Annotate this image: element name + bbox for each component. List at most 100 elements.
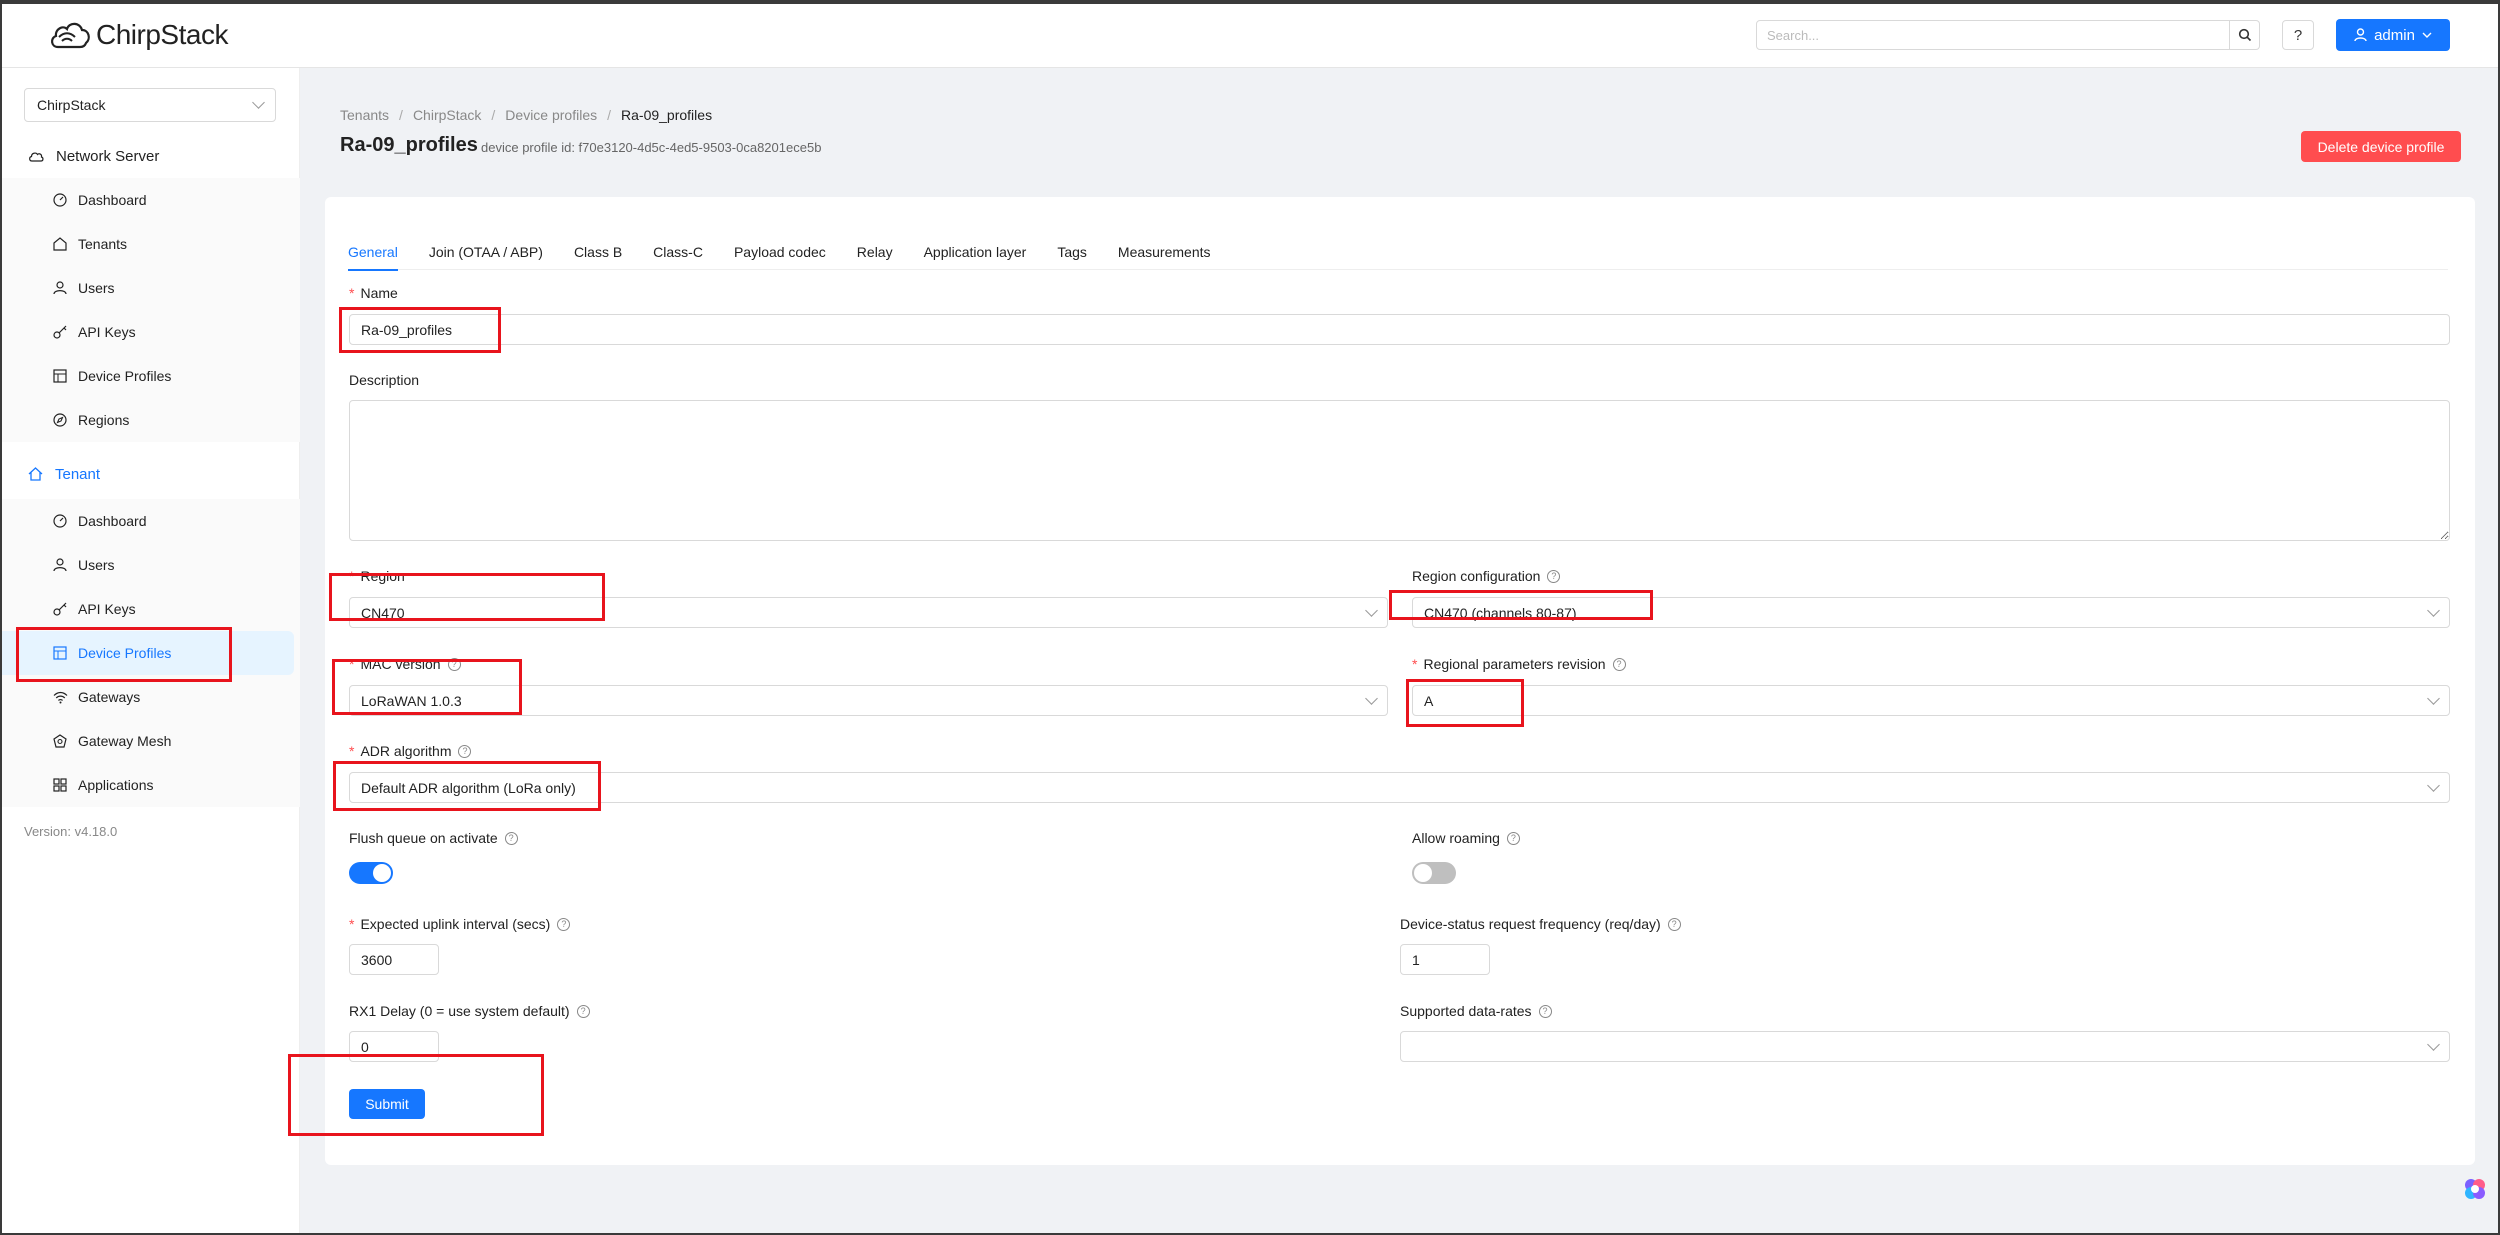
sidebar-item-tenant-gateways[interactable]: Gateways [0,675,300,719]
tab-application-layer[interactable]: Application layer [924,234,1027,270]
help-icon[interactable]: ? [1612,657,1626,671]
tab-general[interactable]: General [348,234,398,271]
breadcrumb-chirpstack[interactable]: ChirpStack [413,107,481,123]
tab-relay[interactable]: Relay [857,234,893,270]
cloud-icon [28,150,44,163]
sidebar-item-tenant-dashboard[interactable]: Dashboard [0,499,300,543]
tenant-select[interactable]: ChirpStack [24,88,276,122]
help-icon[interactable]: ? [458,744,472,758]
adr-algorithm-label-text: ADR algorithm [360,743,452,759]
sidebar-item-ns-tenants[interactable]: Tenants [0,222,300,266]
sidebar-item-ns-dashboard[interactable]: Dashboard [0,178,300,222]
tab-join[interactable]: Join (OTAA / ABP) [429,234,543,270]
sidebar-item-tenant-gateway-mesh[interactable]: Gateway Mesh [0,719,300,763]
assistant-widget-icon[interactable] [2462,1176,2488,1202]
chevron-down-icon [2427,1037,2440,1051]
description-label-text: Description [349,372,420,388]
supported-datarates-select[interactable] [1400,1031,2450,1062]
device-status-freq-input[interactable] [1400,944,1490,975]
tab-measurements[interactable]: Measurements [1118,234,1211,270]
uplink-interval-input[interactable] [349,944,439,975]
chirpstack-logo[interactable]: ChirpStack [48,16,228,54]
sidebar-item-tenant-users[interactable]: Users [0,543,300,587]
mac-version-label-text: MAC version [360,656,441,672]
help-icon[interactable]: ? [1667,917,1681,931]
breadcrumb-separator: / [491,107,496,123]
adr-algorithm-select[interactable]: Default ADR algorithm (LoRa only) [349,772,2450,803]
sidebar-item-label: Gateways [78,689,141,705]
tab-payload-codec[interactable]: Payload codec [734,234,826,270]
description-textarea[interactable] [349,400,2450,541]
logo-text: ChirpStack [96,19,228,50]
breadcrumb-tenants[interactable]: Tenants [340,107,389,123]
region-config-select-value: CN470 (channels 80-87) [1424,604,1577,621]
sidebar-item-tenant-device-profiles[interactable]: Device Profiles [0,631,294,675]
region-select[interactable]: CN470 [349,597,1388,628]
tab-class-c[interactable]: Class-C [653,234,703,270]
sidebar-item-ns-users[interactable]: Users [0,266,300,310]
sidebar-item-label: Device Profiles [78,368,172,384]
user-menu-button[interactable]: admin [2336,19,2450,51]
sidebar-item-ns-regions[interactable]: Regions [0,398,300,442]
sidebar-item-tenant-applications[interactable]: Applications [0,763,300,807]
page-subtitle: device profile id: f70e3120-4d5c-4ed5-95… [481,140,822,155]
region-config-select[interactable]: CN470 (channels 80-87) [1412,597,2450,628]
allow-roaming-label-text: Allow roaming [1412,830,1500,846]
name-input[interactable] [349,314,2450,345]
menu-tenant-label: Tenant [55,465,101,483]
tab-bar: General Join (OTAA / ABP) Class B Class-… [348,234,2448,271]
help-icon[interactable]: ? [1538,1004,1552,1018]
delete-device-profile-button[interactable]: Delete device profile [2301,131,2461,162]
flush-queue-toggle[interactable] [349,862,393,884]
sidebar-item-ns-api-keys[interactable]: API Keys [0,310,300,354]
chevron-down-icon [2427,691,2440,705]
regional-params-select[interactable]: A [1412,685,2450,716]
help-icon[interactable]: ? [1547,569,1561,583]
flush-queue-label: Flush queue on activate ? [349,830,518,846]
help-icon[interactable]: ? [576,1004,590,1018]
tab-class-b[interactable]: Class B [574,234,622,270]
sidebar-item-label: Gateway Mesh [78,733,172,749]
rx1-delay-input[interactable] [349,1031,439,1062]
dashboard-icon [52,192,68,208]
home-icon [28,467,43,481]
help-icon[interactable]: ? [447,657,461,671]
device-status-freq-label-text: Device-status request frequency (req/day… [1400,916,1661,932]
sidebar-item-label: Tenants [78,236,128,252]
page-title: Ra-09_profiles [340,134,478,156]
device-status-freq-label: Device-status request frequency (req/day… [1400,916,1681,932]
toggle-knob [1414,864,1432,882]
toggle-knob [373,864,391,882]
uplink-interval-label: * Expected uplink interval (secs) ? [349,916,571,932]
help-icon[interactable]: ? [1506,831,1520,845]
allow-roaming-toggle[interactable] [1412,862,1456,884]
mesh-icon [52,733,68,749]
breadcrumb-separator: / [399,107,403,123]
required-mark: * [349,743,355,759]
sidebar-item-label: API Keys [78,601,136,617]
menu-network-server[interactable]: Network Server [0,134,300,178]
search-input[interactable] [1756,20,2230,50]
sidebar-item-label: Dashboard [78,513,147,529]
chevron-down-icon [2427,603,2440,617]
sidebar-item-ns-device-profiles[interactable]: Device Profiles [0,354,300,398]
tab-tags[interactable]: Tags [1057,234,1087,270]
adr-algorithm-label: * ADR algorithm ? [349,743,472,759]
search-button[interactable] [2230,20,2260,50]
region-select-value: CN470 [361,604,405,621]
chevron-down-icon [2422,32,2432,38]
help-icon[interactable]: ? [504,831,518,845]
sidebar-item-tenant-api-keys[interactable]: API Keys [0,587,300,631]
help-button[interactable]: ? [2282,20,2314,50]
breadcrumb-device-profiles[interactable]: Device profiles [505,107,597,123]
apps-icon [52,777,68,793]
mac-version-select[interactable]: LoRaWAN 1.0.3 [349,685,1388,716]
help-icon[interactable]: ? [557,917,571,931]
name-label: * Name [349,285,398,301]
menu-tenant[interactable]: Tenant [0,452,300,496]
chevron-down-icon [252,96,265,109]
required-mark: * [349,656,355,672]
submit-button[interactable]: Submit [349,1089,425,1119]
user-icon [52,557,68,573]
flush-queue-label-text: Flush queue on activate [349,830,498,846]
